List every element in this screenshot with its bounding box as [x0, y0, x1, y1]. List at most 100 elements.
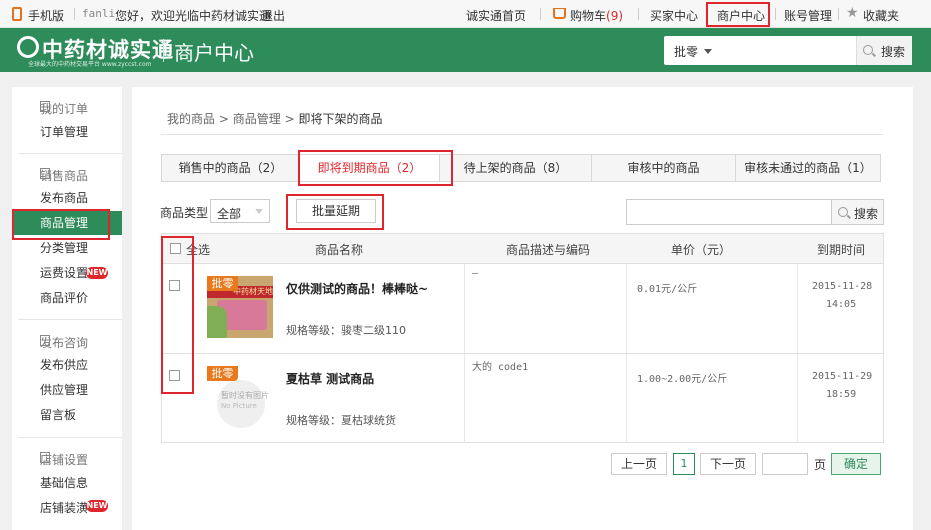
- header: 中药材诚实通 全球最大的中药材交易平台 www.zyccst.com 商户中心 …: [0, 28, 931, 72]
- greeting: 您好，欢迎光临中药材诚实通: [115, 9, 272, 23]
- sidebar-group-shop: 店铺设置: [40, 452, 89, 467]
- next-page-button[interactable]: 下一页: [700, 453, 756, 475]
- divider: [74, 8, 75, 20]
- product-name[interactable]: 夏枯草 测试商品: [286, 370, 374, 387]
- header-name: 商品名称: [315, 243, 364, 257]
- search-icon: [863, 45, 873, 55]
- breadcrumb-item[interactable]: 我的商品: [167, 112, 215, 126]
- document-icon: [40, 101, 50, 112]
- type-select[interactable]: 全部: [210, 199, 270, 223]
- tab-review-failed[interactable]: 审核未通过的商品（1）: [736, 155, 880, 181]
- divider: [838, 8, 839, 20]
- cart-count: (9): [606, 9, 624, 23]
- mobile-icon: [12, 7, 22, 21]
- chevron-down-icon: [255, 209, 263, 214]
- product-spec: 规格等级：夏枯球统货: [286, 414, 396, 427]
- breadcrumb-separator: >: [284, 112, 299, 126]
- goods-search-button[interactable]: 搜索: [831, 199, 884, 225]
- sidebar: 我的订单 订单管理 销售商品 发布商品 商品管理 分类管理 运费设置 NEW 商…: [12, 87, 122, 530]
- expire-time: 14:05: [826, 299, 857, 310]
- tab-bar: 销售中的商品（2） 即将到期商品（2） 待上架的商品（8） 审核中的商品 审核未…: [161, 154, 881, 182]
- sidebar-item-reviews[interactable]: 商品评价: [12, 286, 122, 310]
- product-desc: 大的 code1: [472, 362, 529, 373]
- shop-icon: [40, 452, 50, 463]
- divider: [163, 39, 164, 62]
- mobile-link[interactable]: 手机版: [28, 7, 64, 24]
- table-header: 全选 商品名称 商品描述与编码 单价（元） 到期时间: [162, 234, 883, 264]
- logo-icon: [17, 36, 39, 58]
- prev-page-button[interactable]: 上一页: [611, 453, 667, 475]
- product-spec: 规格等级：骏枣二级110: [286, 324, 406, 337]
- divider: [161, 134, 883, 135]
- no-picture-text: 暂时没有图片: [221, 391, 269, 400]
- product-tag: 批零: [207, 366, 238, 381]
- product-name[interactable]: 仅供测试的商品！棒棒哒~: [286, 280, 428, 297]
- chevron-down-icon: [704, 49, 712, 54]
- goods-table: 全选 商品名称 商品描述与编码 单价（元） 到期时间 中药材天地 批零 仅供测试…: [161, 233, 884, 443]
- sidebar-item-publish-goods[interactable]: 发布商品: [12, 186, 122, 210]
- no-picture-text: No Picture: [221, 402, 257, 410]
- username: fanli: [82, 7, 116, 20]
- search-button-label: 搜索: [881, 45, 906, 59]
- divider: [540, 8, 541, 20]
- type-select-value: 全部: [217, 207, 242, 221]
- product-thumbnail[interactable]: 暂时没有图片 No Picture 批零: [207, 366, 273, 428]
- highlight-box: [12, 209, 110, 240]
- breadcrumb-separator: >: [218, 112, 233, 126]
- cart-label: 购物车: [570, 9, 607, 23]
- search-button-label: 搜索: [854, 207, 879, 221]
- divider: [18, 319, 122, 320]
- star-icon: ★: [846, 5, 859, 21]
- product-tag: 批零: [207, 276, 238, 291]
- current-page[interactable]: 1: [673, 453, 695, 475]
- tab-on-sale[interactable]: 销售中的商品（2）: [162, 155, 300, 181]
- sidebar-item-message-board[interactable]: 留言板: [12, 403, 122, 427]
- new-badge: NEW: [86, 500, 108, 512]
- header-search: 批零 搜索: [664, 36, 912, 65]
- product-price: 1.00~2.00元/公斤: [637, 374, 728, 385]
- page-input[interactable]: [762, 453, 808, 475]
- product-price: 0.01元/公斤: [637, 284, 698, 295]
- thumb-image: [207, 306, 227, 338]
- new-badge: NEW: [86, 267, 108, 279]
- product-thumbnail[interactable]: 中药材天地 批零: [207, 276, 273, 338]
- header-desc: 商品描述与编码: [506, 243, 591, 257]
- search-scope-select[interactable]: 批零: [674, 43, 698, 60]
- expire-time: 18:59: [826, 389, 857, 400]
- page-title: 商户中心: [174, 41, 254, 65]
- divider: [638, 8, 639, 20]
- page-unit: 页: [814, 458, 827, 472]
- breadcrumb-item[interactable]: 商品管理: [233, 112, 281, 126]
- buyer-center-link[interactable]: 买家中心: [650, 7, 698, 24]
- divider: [18, 437, 122, 438]
- sidebar-group-consult: 发布咨询: [40, 335, 89, 350]
- home-link[interactable]: 诚实通首页: [466, 7, 526, 24]
- header-price: 单价（元）: [671, 243, 732, 257]
- building-icon: [40, 335, 50, 346]
- sidebar-item-order-manage[interactable]: 订单管理: [12, 120, 122, 144]
- list-icon: [40, 168, 50, 179]
- table-row: 中药材天地 批零 仅供测试的商品！棒棒哒~ 规格等级：骏枣二级110 — 0.0…: [162, 264, 883, 354]
- account-link[interactable]: 账号管理: [784, 7, 832, 24]
- divider: [775, 8, 776, 20]
- sidebar-item-basic-info[interactable]: 基础信息: [12, 471, 122, 495]
- cart-link[interactable]: 购物车(9): [570, 7, 623, 24]
- sidebar-item-supply-manage[interactable]: 供应管理: [12, 378, 122, 402]
- header-expire: 到期时间: [817, 243, 866, 257]
- header-search-button[interactable]: 搜索: [856, 36, 912, 65]
- tab-under-review[interactable]: 审核中的商品: [592, 155, 736, 181]
- highlight-box: [286, 194, 384, 230]
- search-icon: [838, 207, 848, 217]
- product-desc: —: [472, 268, 479, 279]
- logo-subtitle: 全球最大的中药材交易平台 www.zyccst.com: [28, 61, 152, 68]
- favorites-link[interactable]: 收藏夹: [863, 7, 899, 24]
- goods-search-input[interactable]: [626, 199, 832, 225]
- breadcrumb: 我的商品 > 商品管理 > 即将下架的商品: [167, 110, 382, 127]
- confirm-button[interactable]: 确定: [831, 453, 881, 475]
- tab-pending-listing[interactable]: 待上架的商品（8）: [440, 155, 592, 181]
- sidebar-item-publish-supply[interactable]: 发布供应: [12, 353, 122, 377]
- logout-link[interactable]: 退出: [261, 7, 285, 24]
- expire-date: 2015-11-28: [812, 281, 873, 292]
- breadcrumb-current: 即将下架的商品: [298, 112, 383, 126]
- type-label: 商品类型: [160, 206, 209, 220]
